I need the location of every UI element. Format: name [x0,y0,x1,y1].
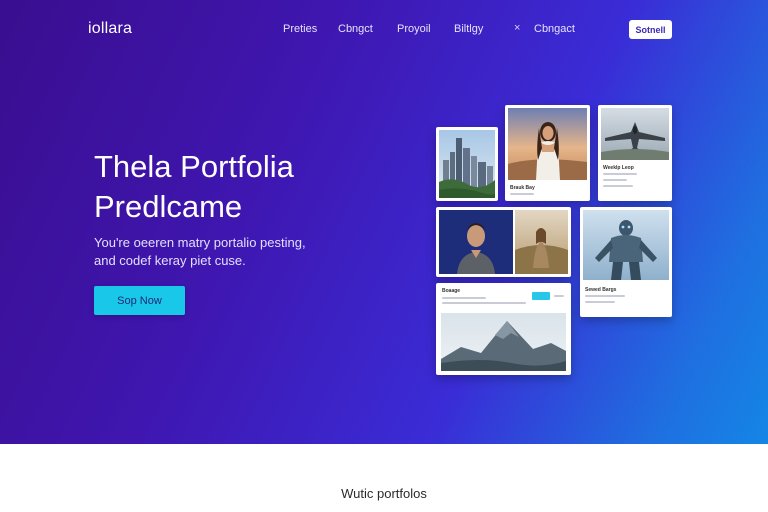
card-action-chip[interactable] [532,292,550,300]
nav-item-biltlgy[interactable]: Biltlgy [454,23,483,35]
robot-figure-image [583,210,669,280]
hero-title-line-2: Predlcame [94,189,243,224]
brand-logo[interactable]: iollara [88,20,132,38]
card-caption-mountain: Boaage [442,288,461,294]
mountain-landscape-image [441,313,566,371]
card-caption-jet: Weeklp Leop [603,165,634,171]
close-icon[interactable]: × [514,22,520,34]
hero-title: Thela Portfolia Predlcame [94,147,394,227]
man-portrait-image [439,210,513,274]
woman-portrait-image [508,108,587,180]
caption-text-line [603,173,637,175]
card-caption-woman: Brauk Bay [510,185,535,191]
hero-subtitle-line-2: and codef keray piet cuse. [94,253,246,268]
nav-cta-button[interactable]: Sotnell [629,20,672,39]
city-skyline-image [439,130,495,198]
caption-text-line [603,179,627,181]
portfolio-card-people[interactable] [436,207,571,277]
caption-text-line [510,193,534,195]
hero-title-line-1: Thela Portfolia [94,149,294,184]
card-caption-robot: Sewed Bargs [585,287,617,293]
caption-text-line [585,301,615,303]
caption-text-line [603,185,633,187]
section-title: Wutic portfolos [341,486,427,501]
portfolio-card-jet[interactable]: Weeklp Leop [598,105,672,201]
hero-subtitle-line-1: You're oeeren matry portalio pesting, [94,235,306,250]
nav-item-cbngct[interactable]: Cbngct [338,23,373,35]
nav-item-proyoil[interactable]: Proyoil [397,23,431,35]
caption-text-line [442,297,486,299]
portfolio-card-city[interactable] [436,127,498,201]
hero-subtitle: You're oeeren matry portalio pesting, an… [94,234,354,270]
caption-text-line [554,295,564,297]
fighter-jet-image [601,108,669,160]
portfolio-card-robot[interactable]: Sewed Bargs [580,207,672,317]
shop-now-button[interactable]: Sop Now [94,286,185,315]
nav-item-cbngact[interactable]: Cbngact [534,23,575,35]
girl-field-image [515,210,568,274]
caption-text-line [585,295,625,297]
portfolio-card-woman[interactable]: Brauk Bay [505,105,590,201]
nav-item-preties[interactable]: Preties [283,23,317,35]
hero-section: iollara Preties Cbngct Proyoil Biltlgy C… [0,0,768,444]
portfolio-card-mountain[interactable]: Boaage [436,283,571,375]
caption-text-line [442,302,526,304]
